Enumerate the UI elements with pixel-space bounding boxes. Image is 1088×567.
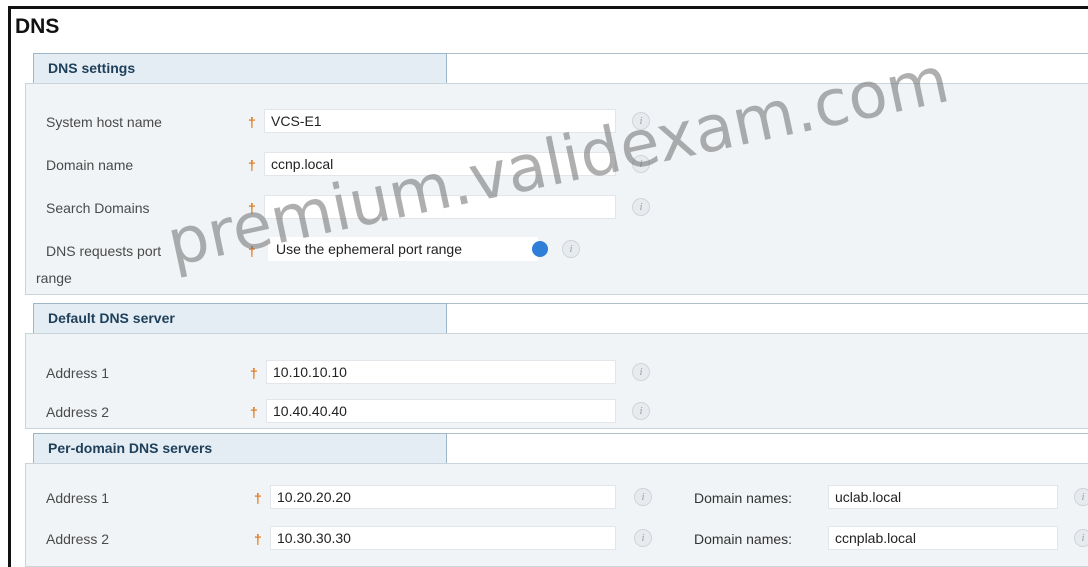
page-title: DNS [15,15,60,38]
info-icon[interactable]: i [562,240,580,258]
dns-port-range-label-cont: range [36,270,72,286]
dns-settings-header: DNS settings [33,53,447,83]
default-address-2-input[interactable] [266,399,616,423]
dns-port-range-label: DNS requests port [46,243,162,259]
dropdown-arrow-icon[interactable] [532,241,548,257]
info-icon[interactable]: i [632,402,650,420]
info-icon[interactable]: i [1074,488,1088,506]
section-divider [447,303,1088,304]
search-domains-label: Search Domains [46,200,150,216]
info-icon[interactable]: i [632,363,650,381]
per-domain-address-1-input[interactable] [270,485,616,509]
system-host-name-label: System host name [46,114,162,130]
info-icon[interactable]: i [632,198,650,216]
domain-names-1-input[interactable] [828,485,1058,509]
required-marker: † [248,157,256,173]
domain-names-label: Domain names: [694,531,793,547]
default-address-1-label: Address 1 [46,365,110,381]
info-icon[interactable]: i [632,155,650,173]
search-domains-input[interactable] [264,195,616,219]
info-icon[interactable]: i [632,112,650,130]
default-address-1-input[interactable] [266,360,616,384]
required-marker: † [248,243,256,259]
per-domain-dns-header: Per-domain DNS servers [33,433,447,463]
required-marker: † [248,114,256,130]
default-dns-section: Address 1 † i Address 2 † i [25,333,1088,429]
dns-config-panel: DNS DNS settings System host name † i Do… [8,6,1088,567]
dns-settings-section: System host name † i Domain name † i Sea… [25,83,1088,295]
required-marker: † [254,531,262,547]
per-domain-address-2-input[interactable] [270,526,616,550]
domain-names-2-input[interactable] [828,526,1058,550]
per-domain-dns-section: Address 1 † i Domain names: i Address 2 … [25,463,1088,567]
info-icon[interactable]: i [634,529,652,547]
per-domain-address-2-label: Address 2 [46,531,110,547]
section-divider [447,433,1088,434]
per-domain-address-1-label: Address 1 [46,490,110,506]
default-dns-header: Default DNS server [33,303,447,333]
domain-name-label: Domain name [46,157,134,173]
required-marker: † [250,365,258,381]
info-icon[interactable]: i [634,488,652,506]
domain-name-input[interactable] [264,152,616,176]
required-marker: † [250,404,258,420]
required-marker: † [248,200,256,216]
default-address-2-label: Address 2 [46,404,110,420]
info-icon[interactable]: i [1074,529,1088,547]
dns-port-range-select[interactable]: Use the ephemeral port range [268,237,538,261]
system-host-name-input[interactable] [264,109,616,133]
domain-names-label: Domain names: [694,490,793,506]
section-divider [447,53,1088,54]
required-marker: † [254,490,262,506]
